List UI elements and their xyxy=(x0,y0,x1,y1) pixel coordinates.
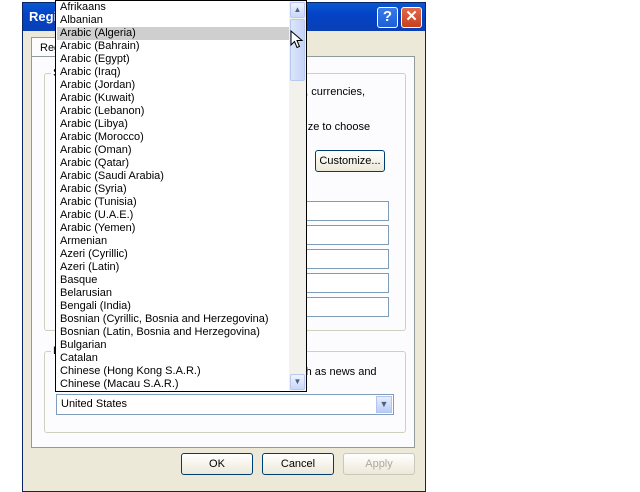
language-option[interactable]: Chinese (Macau S.A.R.) xyxy=(57,378,289,391)
language-option[interactable]: Catalan xyxy=(57,352,289,365)
language-option[interactable]: Bosnian (Cyrillic, Bosnia and Herzegovin… xyxy=(57,313,289,326)
language-option[interactable]: Belarusian xyxy=(57,287,289,300)
help-icon: ? xyxy=(382,8,393,25)
sample-number-field xyxy=(300,201,389,221)
sample-time-field xyxy=(300,249,389,269)
language-option[interactable]: Armenian xyxy=(57,235,289,248)
scroll-up-icon[interactable]: ▲ xyxy=(290,2,305,18)
language-option[interactable]: Arabic (Saudi Arabia) xyxy=(57,170,289,183)
language-option[interactable]: Afrikaans xyxy=(57,1,289,14)
sample-currency-field xyxy=(300,225,389,245)
language-option[interactable]: Arabic (U.A.E.) xyxy=(57,209,289,222)
language-option[interactable]: Arabic (Jordan) xyxy=(57,79,289,92)
apply-button[interactable]: Apply xyxy=(343,453,415,475)
language-option[interactable]: Arabic (Egypt) xyxy=(57,53,289,66)
sample-long-date-field xyxy=(300,297,389,317)
language-option[interactable]: Arabic (Tunisia) xyxy=(57,196,289,209)
chevron-down-icon[interactable]: ▼ xyxy=(376,396,392,413)
language-option[interactable]: Arabic (Morocco) xyxy=(57,131,289,144)
window-title: Regi xyxy=(29,9,58,24)
language-option[interactable]: Arabic (Yemen) xyxy=(57,222,289,235)
language-option[interactable]: Arabic (Algeria) xyxy=(57,27,289,40)
language-option[interactable]: Arabic (Syria) xyxy=(57,183,289,196)
vertical-scrollbar[interactable]: ▲ ▼ xyxy=(289,1,306,391)
language-option[interactable]: Basque xyxy=(57,274,289,287)
language-option[interactable]: Bosnian (Latin, Bosnia and Herzegovina) xyxy=(57,326,289,339)
sample-short-date-field xyxy=(300,273,389,293)
language-option[interactable]: Arabic (Iraq) xyxy=(57,66,289,79)
location-select[interactable]: United States ▼ xyxy=(56,394,394,415)
language-option[interactable]: Arabic (Qatar) xyxy=(57,157,289,170)
help-button[interactable]: ? xyxy=(377,7,398,28)
language-option[interactable]: Arabic (Lebanon) xyxy=(57,105,289,118)
mouse-pointer-icon xyxy=(290,30,304,49)
scroll-down-icon[interactable]: ▼ xyxy=(290,374,305,390)
close-icon: ✕ xyxy=(405,8,418,25)
language-option[interactable]: Arabic (Oman) xyxy=(57,144,289,157)
scrollbar-thumb[interactable] xyxy=(290,19,305,81)
language-dropdown-list[interactable]: Afrikaans Albanian Arabic (Algeria) Arabic … xyxy=(55,0,307,392)
language-option[interactable]: Albanian xyxy=(57,14,289,27)
language-option[interactable]: Arabic (Libya) xyxy=(57,118,289,131)
location-select-value: United States xyxy=(61,398,128,410)
language-option[interactable]: Bulgarian xyxy=(57,339,289,352)
language-option[interactable]: Arabic (Bahrain) xyxy=(57,40,289,53)
cancel-button[interactable]: Cancel xyxy=(262,453,334,475)
language-option[interactable]: Arabic (Kuwait) xyxy=(57,92,289,105)
ok-button[interactable]: OK xyxy=(181,453,253,475)
customize-button[interactable]: Customize... xyxy=(315,150,385,172)
language-option[interactable]: Azeri (Cyrillic) xyxy=(57,248,289,261)
language-list[interactable]: Afrikaans Albanian Arabic (Algeria) Arabic … xyxy=(57,1,289,391)
language-option[interactable]: Bengali (India) xyxy=(57,300,289,313)
language-option[interactable]: Azeri (Latin) xyxy=(57,261,289,274)
close-button[interactable]: ✕ xyxy=(401,7,422,28)
language-option[interactable]: Chinese (Hong Kong S.A.R.) xyxy=(57,365,289,378)
